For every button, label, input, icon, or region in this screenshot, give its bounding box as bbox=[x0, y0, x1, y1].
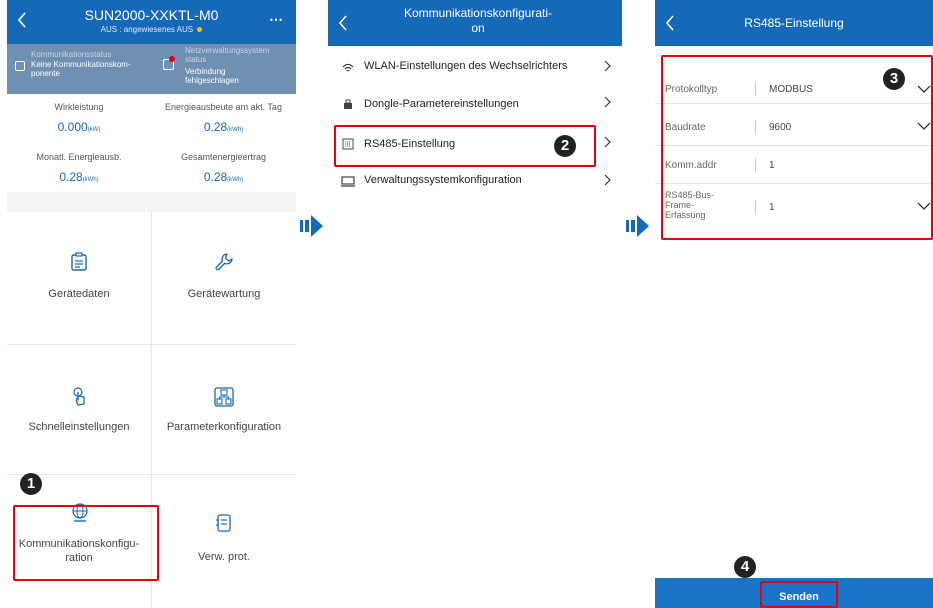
comm-module-icon bbox=[15, 61, 25, 71]
tile-label: Parameterkonfiguration bbox=[166, 421, 282, 433]
clipboard-icon bbox=[71, 252, 87, 276]
tile-management-protocol[interactable]: Verw. prot. bbox=[152, 475, 296, 608]
monitor-icon bbox=[341, 174, 355, 192]
stat-value: 0.28(kWh) bbox=[7, 170, 151, 184]
tile-parameter-config[interactable]: Parameterkonfiguration bbox=[152, 345, 296, 474]
grid-status-label: Netzverwaltungssystem status bbox=[185, 46, 270, 64]
device-title: SUN2000-XXKTL-M0 bbox=[84, 7, 219, 23]
dongle-icon bbox=[343, 97, 353, 115]
app-header: RS485-Einstellung bbox=[655, 0, 933, 46]
tile-device-maintenance[interactable]: Gerätewartung bbox=[152, 212, 296, 344]
stat-label: Monatl. Energieausb. bbox=[36, 152, 122, 162]
list-item-label: Verwaltungssystemkonfiguration bbox=[364, 174, 522, 186]
status-dot-icon bbox=[197, 27, 203, 33]
tile-label: Gerätedaten bbox=[48, 288, 110, 300]
error-badge bbox=[169, 56, 175, 62]
stat-daily-yield: Energieausbeute am akt. Tag 0.28(kWh) bbox=[151, 102, 296, 134]
log-icon bbox=[216, 513, 232, 538]
list-item-label: WLAN-Einstellungen des Wechselrichters bbox=[364, 60, 568, 72]
step-3-marker: 3 bbox=[883, 68, 905, 90]
list-item-wlan[interactable]: WLAN-Einstellungen des Wechselrichters bbox=[328, 46, 622, 84]
parameter-icon bbox=[214, 387, 234, 412]
tile-label: Gerätewartung bbox=[187, 288, 261, 300]
stat-total-yield: Gesamtenergieertrag 0.28(kWh) bbox=[151, 152, 296, 184]
tile-label: Verw. prot. bbox=[198, 551, 250, 563]
page-title: Kommunikationskonfigurati-on bbox=[403, 6, 553, 35]
comm-status-label: Kommunikationsstatus bbox=[31, 50, 112, 59]
chevron-right-icon bbox=[604, 174, 611, 186]
step-1-marker: 1 bbox=[20, 473, 42, 495]
status-bar: Kommunikationsstatus Keine Kommunikation… bbox=[7, 44, 296, 94]
stat-value: 0.28(kWh) bbox=[151, 120, 296, 134]
step-2-marker: 2 bbox=[554, 135, 576, 157]
wrench-icon bbox=[214, 252, 234, 277]
stat-value: 0.000(kW) bbox=[7, 120, 151, 134]
stat-unit: (kWh) bbox=[227, 127, 244, 133]
device-status-text: AUS : angewiesenes AUS bbox=[100, 25, 194, 34]
stat-number: 0.000 bbox=[57, 120, 88, 134]
step-4-marker: 4 bbox=[734, 556, 756, 578]
stat-number: 0.28 bbox=[59, 170, 83, 184]
hand-tap-icon bbox=[72, 387, 88, 412]
app-header: SUN2000-XXKTL-M0 AUS : angewiesenes AUS … bbox=[7, 0, 296, 44]
app-header: Kommunikationskonfigurati-on bbox=[328, 0, 622, 46]
energy-stats: Wirkleistung 0.000(kW) Energieausbeute a… bbox=[7, 94, 296, 192]
tile-device-data[interactable]: Gerätedaten bbox=[7, 212, 151, 344]
chevron-right-icon bbox=[604, 60, 611, 72]
stat-label: Wirkleistung bbox=[54, 102, 104, 112]
screen-communication-config: Kommunikationskonfigurati-on WLAN-Einste… bbox=[328, 0, 622, 608]
tile-quick-settings[interactable]: Schnelleinstellungen bbox=[7, 345, 151, 474]
flow-arrow-icon bbox=[626, 215, 649, 237]
stat-number: 0.28 bbox=[203, 170, 228, 184]
back-icon[interactable] bbox=[338, 15, 348, 31]
more-icon[interactable]: ⋯ bbox=[269, 11, 284, 28]
stat-label: Gesamtenergieertrag bbox=[180, 152, 267, 162]
device-status-line: AUS : angewiesenes AUS bbox=[7, 25, 296, 34]
stat-label: Energieausbeute am akt. Tag bbox=[165, 102, 282, 112]
stat-unit: (kWh) bbox=[82, 177, 99, 183]
highlight-send bbox=[760, 581, 838, 608]
stat-unit: (kWh) bbox=[227, 177, 244, 183]
chevron-right-icon bbox=[604, 96, 611, 108]
flow-arrow-icon bbox=[300, 215, 323, 237]
stat-unit: (kW) bbox=[87, 127, 101, 133]
comm-status-value: Keine Kommunikationskom-ponente bbox=[31, 60, 131, 78]
grid-status-value: Verbindung fehlgeschlagen bbox=[185, 67, 239, 85]
list-item-label: Dongle-Parametereinstellungen bbox=[364, 98, 519, 110]
stat-monthly-yield: Monatl. Energieausb. 0.28(kWh) bbox=[7, 152, 151, 184]
chevron-right-icon bbox=[604, 136, 611, 148]
stat-value: 0.28(kWh) bbox=[151, 170, 296, 184]
highlight-communication-config bbox=[13, 505, 159, 581]
wifi-icon bbox=[342, 60, 354, 78]
stat-number: 0.28 bbox=[203, 120, 228, 134]
stat-active-power: Wirkleistung 0.000(kW) bbox=[7, 102, 151, 134]
page-title: RS485-Einstellung bbox=[744, 16, 844, 30]
list-item-management-system[interactable]: Verwaltungssystemkonfiguration bbox=[328, 166, 622, 204]
list-item-dongle[interactable]: Dongle-Parametereinstellungen bbox=[328, 84, 622, 122]
tile-label: Schnelleinstellungen bbox=[28, 421, 130, 433]
